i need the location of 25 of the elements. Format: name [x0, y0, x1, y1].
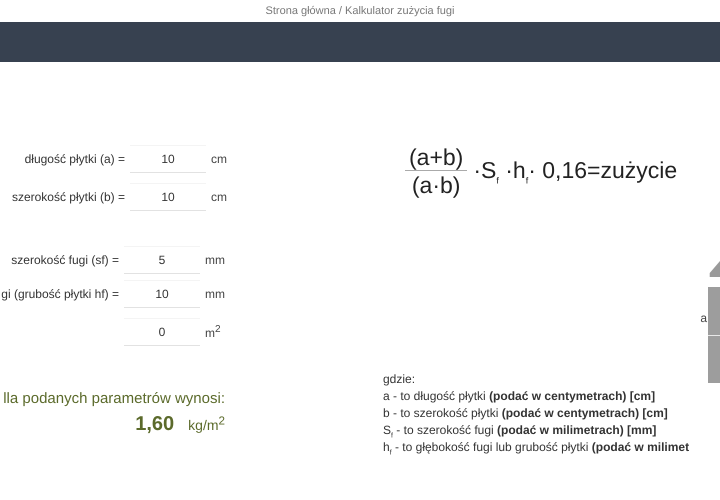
unit-label: mm — [205, 253, 226, 267]
unit-label: m$^{2}$ — [205, 324, 222, 340]
legend-line: gdzie: — [383, 371, 416, 388]
legend-line: S$_{f}$ - to szerokość fugi (podać w milimetrach) [mm] — [383, 422, 658, 439]
result-label: lla podanych parametrów wynosi: — [2, 390, 225, 407]
input-field[interactable]: 5 — [124, 246, 200, 274]
field-label: gi (grubość płytki hf) = — [0, 287, 119, 301]
field-label: szerokość płytki (b) = — [10, 190, 125, 204]
input-field[interactable]: 10 — [124, 280, 200, 308]
input-field[interactable]: 10 — [130, 145, 206, 173]
input-field[interactable]: 10 — [130, 183, 206, 211]
fraction: (a+b) (a·b) — [405, 144, 468, 199]
field-label: szerokość fugi (sf) = — [10, 253, 119, 267]
legend-line: h$_{f}$ - to głębokość fugi lub grubość płytki (podać w milimet — [383, 439, 690, 456]
breadcrumb: Strona główna / Kalkulator zużycia fugi — [266, 5, 454, 17]
result-unit: kg/m$^{2}$ — [188, 414, 225, 433]
unit-label: cm — [211, 190, 228, 204]
result-value: 1,60 — [135, 413, 174, 436]
legend-line: a - to długość płytki (podać w centymetrach) [cm] — [383, 388, 656, 405]
formula-text: ·S$_{f}$ ·h$_{f}$· 0,16=zużycie — [473, 157, 678, 186]
input-field[interactable]: 0 — [124, 318, 200, 346]
unit-label: mm — [205, 287, 226, 301]
unit-label: cm — [211, 152, 228, 166]
field-label: długość płytki (a) = — [24, 152, 125, 166]
legend-line: b - to szerokość płytki (podać w centymetrach) [cm] — [383, 405, 669, 422]
